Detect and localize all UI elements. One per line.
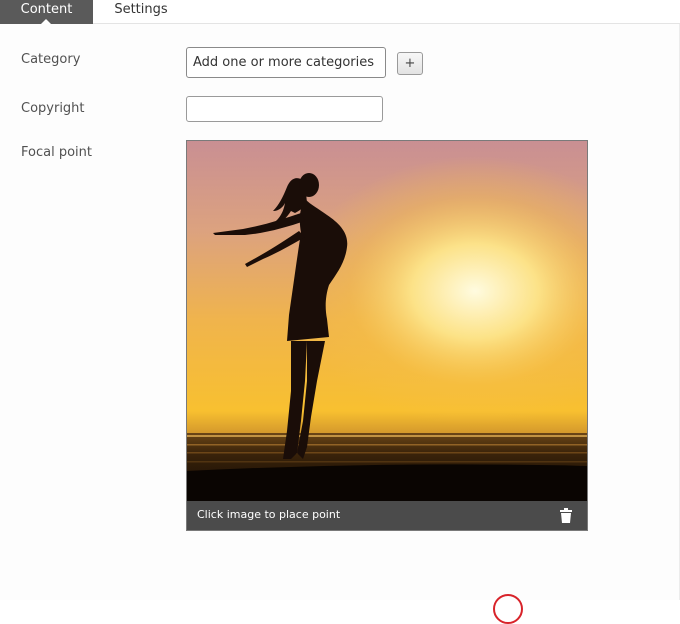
tab-bar: Content Settings (0, 0, 680, 24)
tab-content-label: Content (20, 2, 73, 17)
copyright-label: Copyright (21, 101, 85, 116)
content-panel: Category + Copyright Focal point (0, 24, 680, 624)
category-input[interactable] (186, 47, 386, 78)
focal-point-marker[interactable] (493, 594, 523, 624)
focal-toolbar: Click image to place point (187, 501, 587, 530)
category-label: Category (21, 52, 81, 67)
focal-image[interactable] (187, 141, 587, 501)
add-category-button[interactable]: + (397, 52, 423, 75)
focal-hint: Click image to place point (197, 508, 341, 521)
focal-point-picker[interactable]: Click image to place point (186, 140, 588, 531)
copyright-input[interactable] (186, 96, 383, 122)
trash-icon[interactable] (560, 508, 572, 523)
tab-settings-label: Settings (114, 2, 168, 17)
tab-content[interactable]: Content (0, 0, 93, 24)
focal-point-label: Focal point (21, 145, 92, 160)
tab-settings[interactable]: Settings (103, 0, 179, 24)
